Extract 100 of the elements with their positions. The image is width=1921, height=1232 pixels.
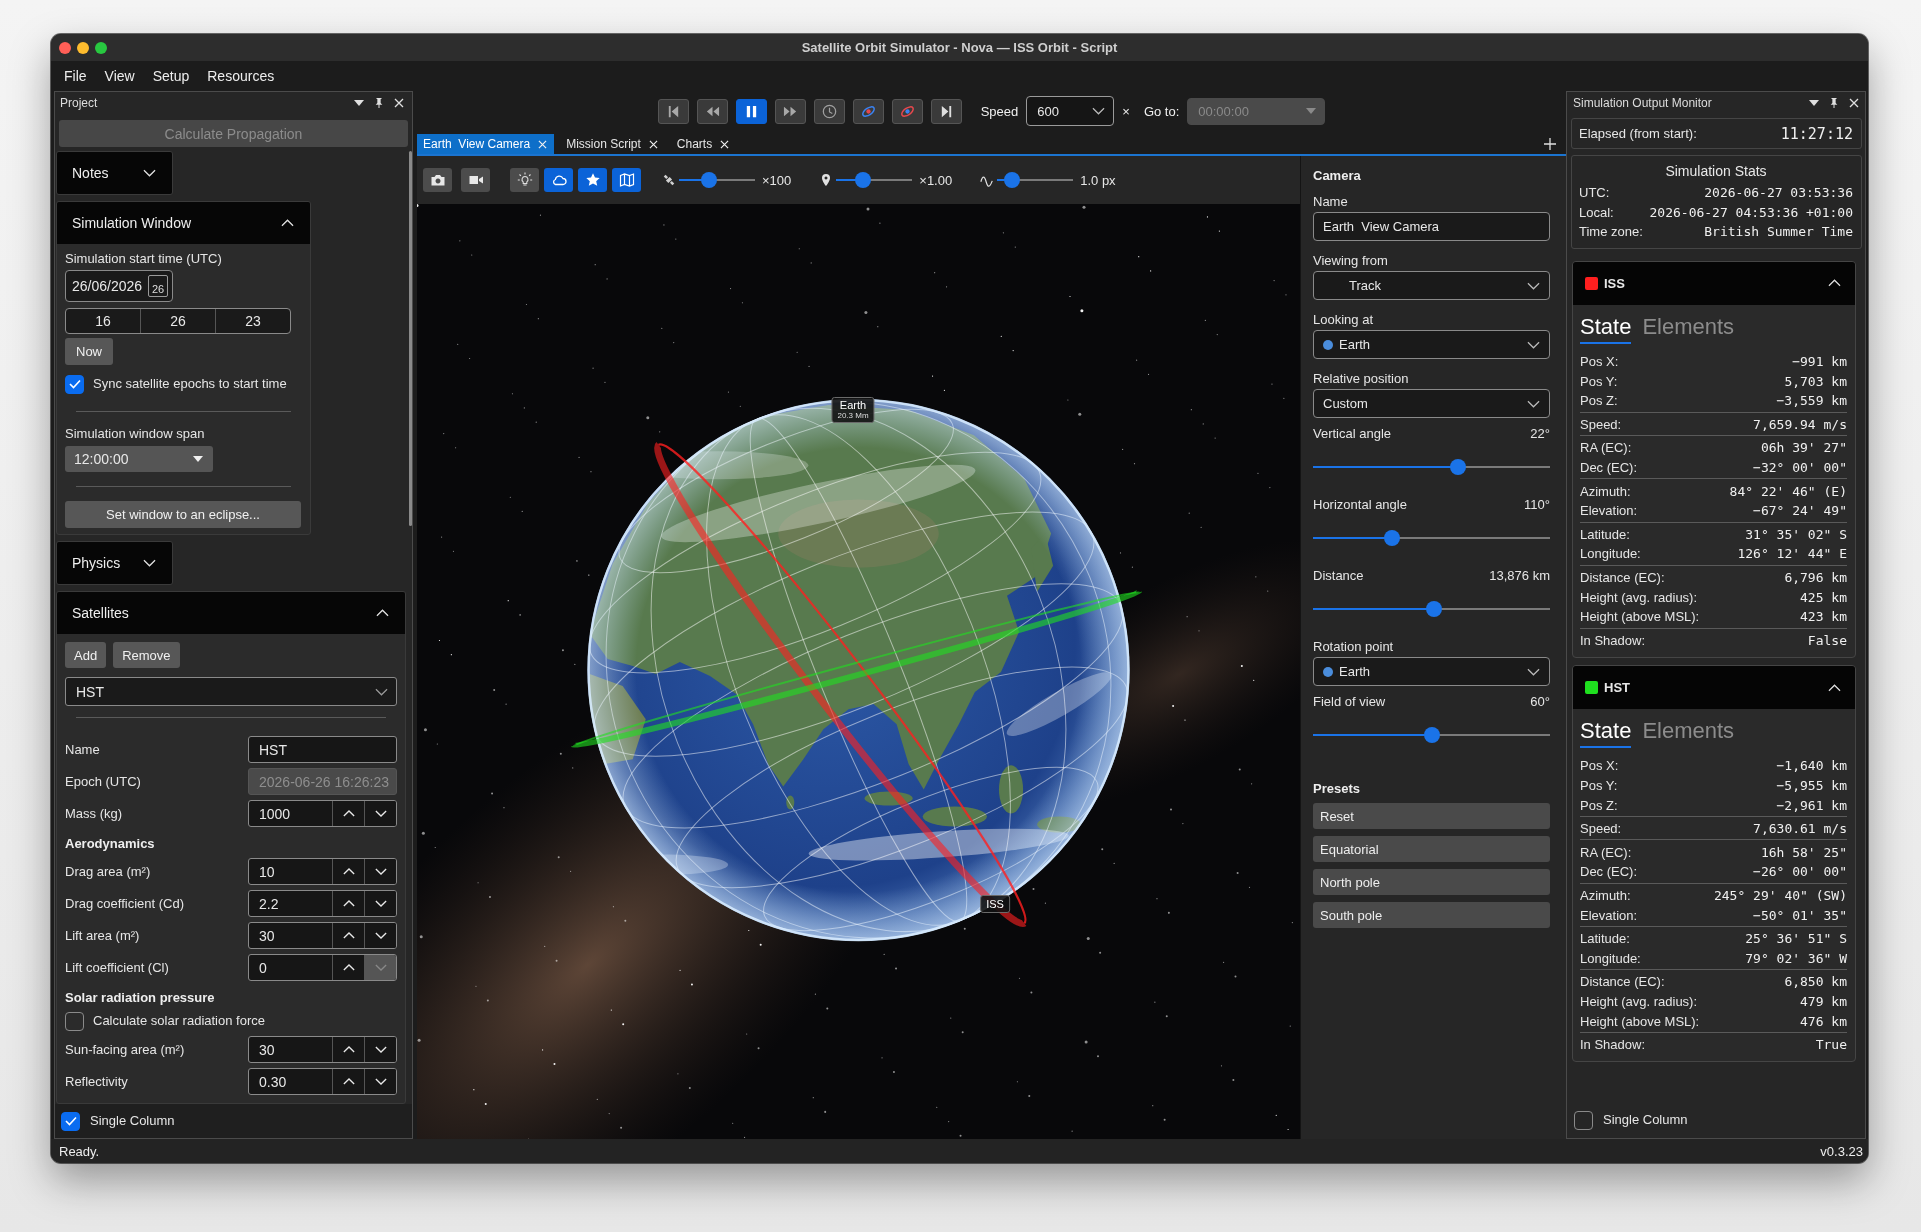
- time-field[interactable]: 23: [215, 309, 290, 333]
- chevron-up-icon[interactable]: [376, 609, 389, 617]
- section-header[interactable]: Notes: [57, 152, 172, 194]
- slider-thumb[interactable]: [1004, 172, 1021, 188]
- menu-item[interactable]: File: [64, 67, 87, 84]
- time-field[interactable]: 16: [66, 309, 140, 333]
- decrement-button[interactable]: [364, 859, 396, 884]
- data-value: 476 km: [1800, 1013, 1847, 1029]
- number-field[interactable]: 2.2: [249, 891, 332, 916]
- star-toggle-button[interactable]: [578, 168, 607, 192]
- skip-back-button[interactable]: [657, 98, 689, 124]
- section-header[interactable]: Satellites: [57, 592, 405, 634]
- number-field[interactable]: 0.30: [249, 1069, 332, 1094]
- chevron-down-icon[interactable]: [143, 559, 156, 567]
- checkbox[interactable]: [61, 1111, 80, 1131]
- menu-item[interactable]: Resources: [207, 67, 275, 84]
- speed-dropdown[interactable]: 600: [1026, 96, 1115, 126]
- tab[interactable]: Charts: [670, 134, 737, 154]
- chevron-up-icon[interactable]: [1828, 683, 1841, 692]
- satellite-action-button[interactable]: Remove: [113, 642, 180, 668]
- map-toggle-button[interactable]: [612, 168, 641, 192]
- menu-item[interactable]: Setup: [152, 67, 190, 84]
- camera-button[interactable]: [423, 168, 452, 192]
- chevron-up-icon[interactable]: [281, 219, 294, 227]
- orbit-button[interactable]: [891, 98, 923, 124]
- decrement-button[interactable]: [364, 1069, 396, 1094]
- section-header[interactable]: Physics: [57, 542, 172, 584]
- zoom-window-icon[interactable]: [95, 41, 107, 54]
- chevron-up-icon[interactable]: [1828, 279, 1841, 288]
- dropdown[interactable]: Earth: [1313, 330, 1550, 359]
- name-field[interactable]: Earth View Camera: [1313, 212, 1550, 241]
- preset-button[interactable]: Reset: [1313, 803, 1550, 829]
- light-bulb-toggle-button[interactable]: [510, 168, 539, 192]
- slider-thumb[interactable]: [1423, 727, 1440, 743]
- cloud-toggle-button[interactable]: [544, 168, 573, 192]
- tab[interactable]: Elements: [1642, 314, 1735, 344]
- caret-down-icon[interactable]: [1809, 98, 1819, 108]
- dropdown[interactable]: Track: [1313, 271, 1550, 300]
- close-icon[interactable]: [394, 98, 404, 108]
- orbit-button[interactable]: [852, 98, 884, 124]
- number-field[interactable]: 0: [249, 955, 332, 980]
- section-header[interactable]: Simulation Window: [57, 202, 310, 244]
- slider-thumb[interactable]: [1450, 459, 1466, 475]
- slider-thumb[interactable]: [1383, 530, 1400, 546]
- satellite-action-button[interactable]: Add: [65, 642, 107, 668]
- pin-icon[interactable]: [1829, 98, 1839, 108]
- tab[interactable]: State: [1580, 314, 1632, 344]
- menu-item[interactable]: View: [104, 67, 135, 84]
- tab[interactable]: State: [1580, 719, 1632, 749]
- close-window-icon[interactable]: [59, 41, 71, 54]
- close-icon[interactable]: [648, 139, 658, 149]
- chevron-down-icon: [374, 868, 387, 875]
- close-icon[interactable]: [1849, 98, 1859, 108]
- decrement-button[interactable]: [364, 923, 396, 948]
- clock-button[interactable]: [813, 98, 845, 124]
- minimize-window-icon[interactable]: [77, 41, 89, 54]
- number-field[interactable]: 1000: [249, 801, 332, 826]
- text-field[interactable]: HST: [248, 736, 397, 763]
- number-field[interactable]: 30: [249, 923, 332, 948]
- calendar-button[interactable]: 26: [148, 275, 169, 297]
- dropdown[interactable]: Custom: [1313, 389, 1550, 418]
- checkbox[interactable]: [65, 1011, 84, 1031]
- slider-thumb[interactable]: [1425, 601, 1442, 617]
- tab[interactable]: Elements: [1642, 719, 1735, 749]
- preset-button[interactable]: South pole: [1313, 902, 1550, 928]
- span-dropdown[interactable]: 12:00:00: [65, 446, 213, 472]
- close-icon[interactable]: [720, 139, 730, 149]
- decrement-button[interactable]: [364, 801, 396, 826]
- scene-viewport[interactable]: Earth 20.3 Mm ISS: [417, 204, 1300, 1139]
- video-camera-button[interactable]: [461, 168, 490, 192]
- add-tab-icon[interactable]: [1544, 138, 1556, 150]
- chevron-down-icon[interactable]: [143, 169, 156, 177]
- date-field[interactable]: 26/06/2026 26: [65, 270, 174, 302]
- eclipse-button[interactable]: Set window to an eclipse...: [65, 501, 301, 528]
- satellite-card-header[interactable]: ISS: [1573, 261, 1855, 305]
- pin-icon[interactable]: [374, 98, 384, 108]
- decrement-button[interactable]: [364, 1037, 396, 1062]
- slider-thumb[interactable]: [854, 172, 871, 188]
- fast-forward-button[interactable]: [774, 98, 806, 124]
- caret-down-icon[interactable]: [354, 98, 364, 108]
- slider-thumb[interactable]: [701, 172, 718, 188]
- checkbox[interactable]: [1574, 1110, 1593, 1130]
- satellite-dropdown[interactable]: HST: [65, 677, 397, 706]
- tab[interactable]: Mission Script: [560, 134, 665, 154]
- number-field[interactable]: 10: [249, 859, 332, 884]
- rewind-button[interactable]: [696, 98, 728, 124]
- pause-button[interactable]: [735, 98, 767, 124]
- satellite-card-header[interactable]: HST: [1573, 666, 1855, 710]
- checkbox[interactable]: [65, 374, 84, 394]
- preset-button[interactable]: Equatorial: [1313, 836, 1550, 862]
- skip-forward-button[interactable]: [930, 98, 962, 124]
- chevron-up-icon: [342, 810, 355, 817]
- scrollbar-thumb[interactable]: [409, 151, 412, 526]
- preset-button[interactable]: North pole: [1313, 869, 1550, 895]
- decrement-button[interactable]: [364, 891, 396, 916]
- number-field[interactable]: 30: [249, 1037, 332, 1062]
- dropdown[interactable]: Earth: [1313, 657, 1550, 686]
- time-field[interactable]: 26: [140, 309, 215, 333]
- tab[interactable]: Earth View Camera: [417, 134, 555, 154]
- now-button[interactable]: Now: [65, 338, 113, 365]
